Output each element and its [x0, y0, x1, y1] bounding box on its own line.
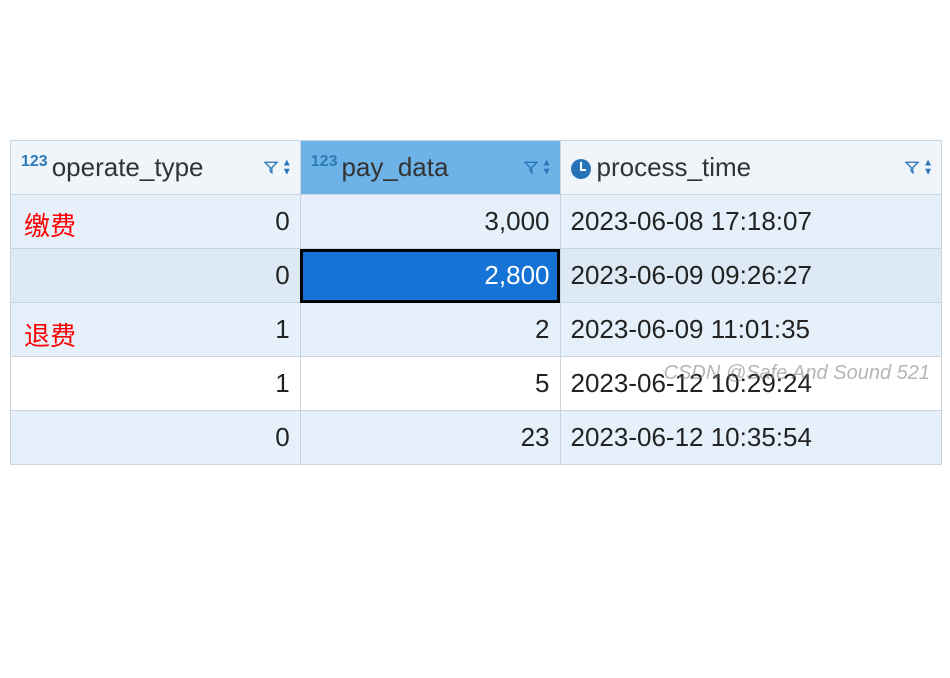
filter-sort-controls[interactable]: ▲▼ — [264, 159, 292, 176]
cell-pay-data[interactable]: 3,000 — [300, 195, 560, 249]
table-row[interactable]: 0 2,800 2023-06-09 09:26:27 — [11, 249, 942, 303]
cell-process-time[interactable]: 2023-06-12 10:35:54 — [560, 411, 942, 465]
cell-pay-data-selected[interactable]: 2,800 — [300, 249, 560, 303]
header-row: 123operate_type ▲▼ 123pay_data ▲▼ — [11, 141, 942, 195]
column-label: operate_type — [52, 152, 204, 182]
data-grid[interactable]: 123operate_type ▲▼ 123pay_data ▲▼ — [10, 140, 942, 465]
sort-icon[interactable]: ▲▼ — [282, 159, 292, 176]
cell-pay-data[interactable]: 2 — [300, 303, 560, 357]
column-label: pay_data — [341, 152, 448, 182]
cell-process-time[interactable]: 2023-06-09 11:01:35 — [560, 303, 942, 357]
cell-pay-data[interactable]: 5 — [300, 357, 560, 411]
filter-sort-controls[interactable]: ▲▼ — [524, 159, 552, 176]
column-header-operate-type[interactable]: 123operate_type ▲▼ — [11, 141, 301, 195]
cell-process-time[interactable]: 2023-06-08 17:18:07 — [560, 195, 942, 249]
filter-sort-controls[interactable]: ▲▼ — [905, 159, 933, 176]
sort-icon[interactable]: ▲▼ — [923, 159, 933, 176]
filter-icon[interactable] — [905, 161, 919, 175]
table-row[interactable]: 0 3,000 2023-06-08 17:18:07 — [11, 195, 942, 249]
watermark-text: CSDN @Safe And Sound 521 — [664, 362, 930, 385]
cell-operate-type[interactable]: 1 — [11, 357, 301, 411]
sort-icon[interactable]: ▲▼ — [542, 159, 552, 176]
column-label: process_time — [597, 152, 752, 182]
cell-operate-type[interactable]: 0 — [11, 411, 301, 465]
column-header-process-time[interactable]: process_time ▲▼ — [560, 141, 942, 195]
number-type-icon: 123 — [21, 153, 48, 170]
clock-icon — [571, 159, 591, 179]
filter-icon[interactable] — [264, 161, 278, 175]
number-type-icon: 123 — [311, 153, 338, 170]
table-row[interactable]: 1 2 2023-06-09 11:01:35 — [11, 303, 942, 357]
filter-icon[interactable] — [524, 161, 538, 175]
cell-operate-type[interactable]: 1 — [11, 303, 301, 357]
column-header-pay-data[interactable]: 123pay_data ▲▼ — [300, 141, 560, 195]
cell-process-time[interactable]: 2023-06-09 09:26:27 — [560, 249, 942, 303]
cell-pay-data[interactable]: 23 — [300, 411, 560, 465]
cell-operate-type[interactable]: 0 — [11, 195, 301, 249]
table-row[interactable]: 0 23 2023-06-12 10:35:54 — [11, 411, 942, 465]
cell-operate-type[interactable]: 0 — [11, 249, 301, 303]
